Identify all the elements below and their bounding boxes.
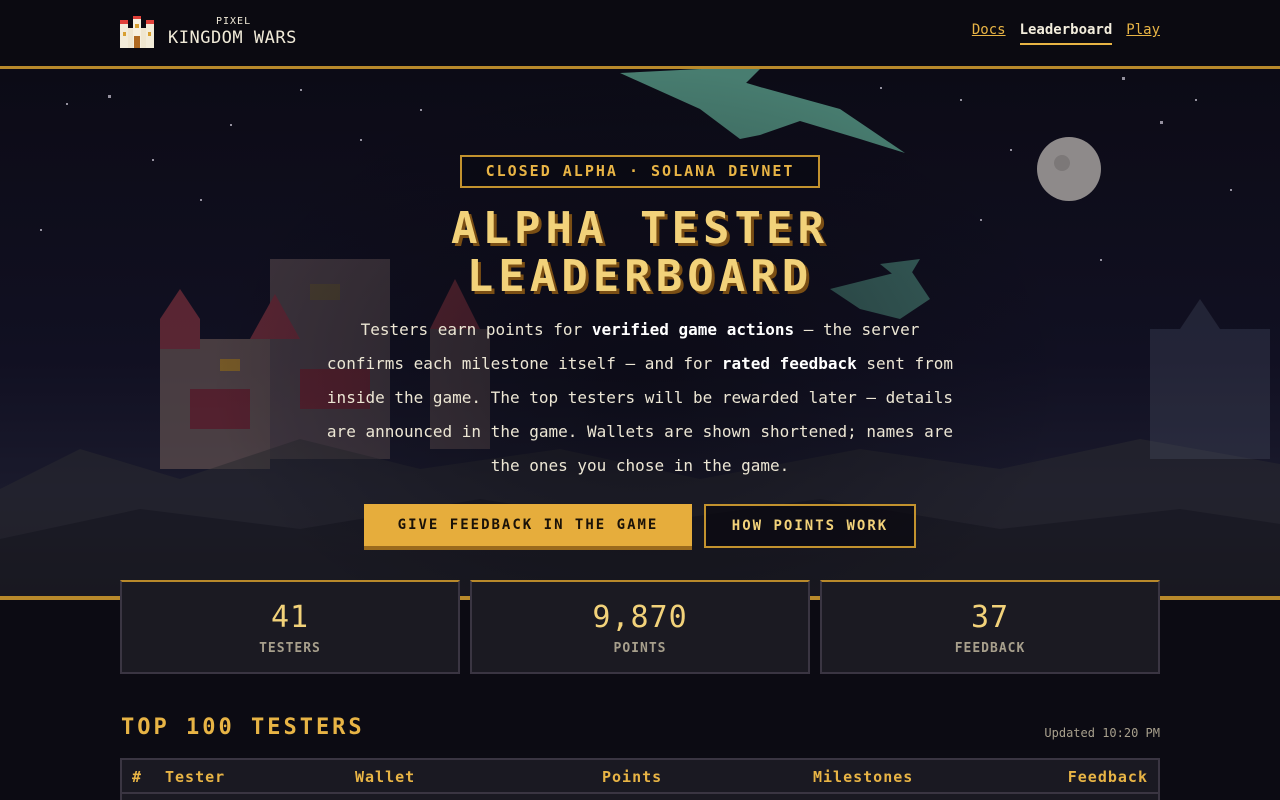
hero-description: Testers earn points for verified game ac… — [318, 313, 962, 483]
brand-small-text: PIXEL — [216, 16, 252, 27]
stat-label: POINTS — [613, 641, 667, 656]
nav-docs-link[interactable]: Docs — [972, 22, 1006, 45]
column-header-rank[interactable]: # — [132, 768, 142, 786]
stat-card-feedback: 37 FEEDBACK — [820, 580, 1160, 674]
leaderboard-title: TOP 100 TESTERS — [121, 715, 365, 740]
castle-icon — [120, 16, 154, 48]
title-line-2: LEADERBOARD — [466, 251, 814, 302]
stat-label: TESTERS — [259, 641, 321, 656]
column-header-wallet[interactable]: Wallet — [355, 768, 415, 786]
leaderboard-table: # Tester Wallet Points Milestones Feedba… — [120, 758, 1160, 800]
stat-value: 37 — [970, 600, 1010, 635]
title-line-1: ALPHA TESTER — [451, 203, 829, 254]
stat-card-points: 9,870 POINTS — [470, 580, 810, 674]
page-title: ALPHA TESTER LEADERBOARD — [340, 205, 940, 301]
updated-timestamp: Updated 10:20 PM — [1044, 726, 1160, 740]
stat-value: 41 — [270, 600, 310, 635]
column-header-points[interactable]: Points — [602, 768, 662, 786]
desc-bold-1: verified game actions — [591, 320, 795, 339]
main-nav: Docs Leaderboard Play — [972, 22, 1160, 45]
hero-section: CLOSED ALPHA · SOLANA DEVNET ALPHA TESTE… — [0, 69, 1280, 598]
column-header-feedback[interactable]: Feedback — [1068, 768, 1148, 786]
stat-card-testers: 41 TESTERS — [120, 580, 460, 674]
stat-label: FEEDBACK — [954, 641, 1026, 656]
alpha-badge: CLOSED ALPHA · SOLANA DEVNET — [460, 155, 820, 188]
desc-part-1: Testers earn points for — [360, 320, 592, 339]
stat-value: 9,870 — [592, 600, 688, 635]
nav-leaderboard-link[interactable]: Leaderboard — [1019, 22, 1113, 45]
how-points-work-button[interactable]: HOW POINTS WORK — [704, 504, 916, 548]
give-feedback-button[interactable]: GIVE FEEDBACK IN THE GAME — [364, 504, 692, 550]
table-header-row: # Tester Wallet Points Milestones Feedba… — [122, 760, 1158, 794]
column-header-milestones[interactable]: Milestones — [813, 768, 913, 786]
top-navbar: PIXEL KINGDOM WARS Docs Leaderboard Play — [0, 0, 1280, 66]
brand-name: KINGDOM WARS — [168, 28, 297, 48]
brand-logo[interactable]: PIXEL KINGDOM WARS — [120, 14, 310, 54]
nav-play-link[interactable]: Play — [1126, 22, 1160, 45]
column-header-tester[interactable]: Tester — [165, 768, 225, 786]
desc-bold-2: rated feedback — [721, 354, 857, 373]
